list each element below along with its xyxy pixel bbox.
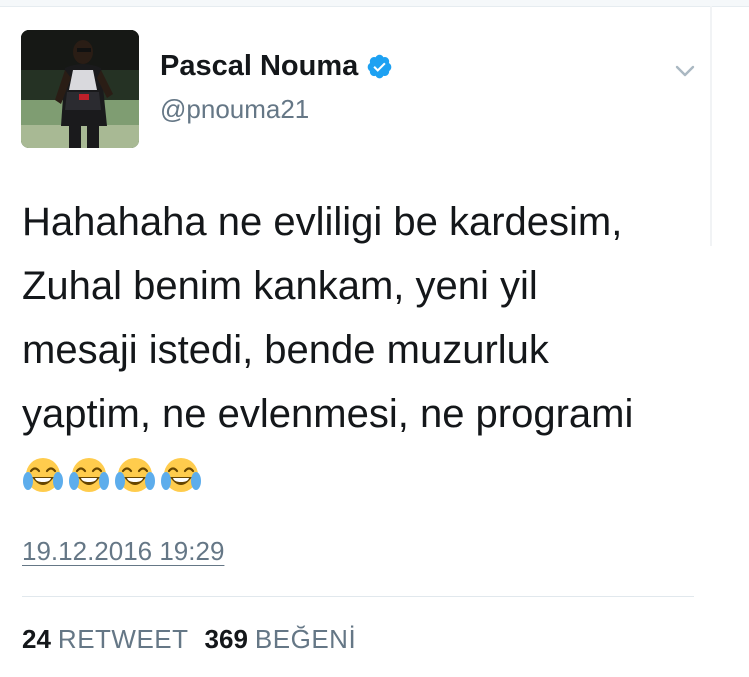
tweet-text: Hahahaha ne evliligi be kardesim, Zuhal … <box>22 200 634 436</box>
stats-divider <box>22 596 694 597</box>
tweet-timestamp[interactable]: 19.12.2016 19:29 <box>22 536 224 567</box>
retweet-stat[interactable]: 24 RETWEET <box>22 624 189 655</box>
profile-photo-icon <box>21 30 139 148</box>
verified-badge-icon <box>367 54 392 79</box>
like-count: 369 <box>204 624 248 654</box>
emoji-row <box>22 455 202 497</box>
like-stat[interactable]: 369 BEĞENİ <box>205 624 357 655</box>
face-with-tears-of-joy-icon <box>23 458 63 492</box>
tweet-menu-button[interactable] <box>668 56 702 86</box>
retweet-count: 24 <box>22 624 51 654</box>
retweet-label: RETWEET <box>57 624 189 654</box>
like-label: BEĞENİ <box>254 624 357 654</box>
author-handle[interactable]: @pnouma21 <box>160 94 309 125</box>
face-with-tears-of-joy-icon <box>115 458 155 492</box>
author-display-name[interactable]: Pascal Nouma <box>160 50 358 83</box>
face-with-tears-of-joy-icon <box>161 458 201 492</box>
tweet-stats: 24 RETWEET 369 BEĞENİ <box>22 624 356 655</box>
avatar[interactable] <box>21 30 139 148</box>
chevron-down-icon <box>675 65 695 77</box>
author-name-row[interactable]: Pascal Nouma <box>160 50 393 83</box>
top-divider <box>0 0 749 7</box>
face-with-tears-of-joy-icon <box>69 458 109 492</box>
